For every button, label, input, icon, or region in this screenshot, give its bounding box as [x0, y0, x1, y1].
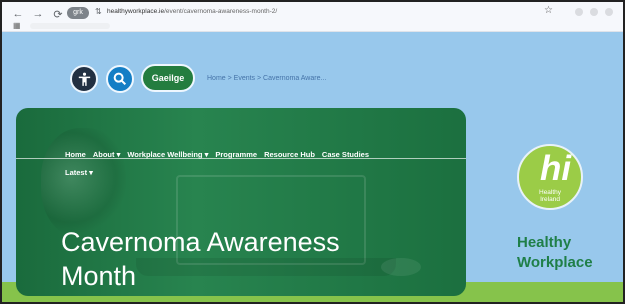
logo-hi-text: hi [540, 149, 572, 188]
accessibility-icon[interactable] [70, 65, 98, 93]
url-domain: healthyworkplace.ie [107, 8, 165, 15]
search-icon [113, 72, 127, 86]
nav-case-studies[interactable]: Case Studies [322, 150, 369, 159]
breadcrumb: Home > Events > Cavernoma Aware... [207, 75, 327, 82]
accessibility-person-icon [78, 72, 90, 86]
browser-toolbar: ← → ⟳ grk ⇅ healthyworkplace.ie/event/ca… [2, 2, 623, 32]
main-navigation: Home About ▾ Workplace Wellbeing ▾ Progr… [65, 150, 369, 159]
logo-caption: Healthy Ireland [539, 189, 562, 203]
nav-workplace-wellbeing[interactable]: Workplace Wellbeing ▾ [127, 150, 208, 159]
back-icon[interactable]: ← [12, 8, 24, 20]
menu-icon[interactable] [605, 8, 613, 16]
page-title: Cavernoma Awareness Month [61, 227, 340, 291]
bookmark-star-icon[interactable]: ☆ [544, 5, 553, 16]
nav-programme[interactable]: Programme [215, 150, 257, 159]
healthy-workplace-title: Healthy Workplace [517, 234, 593, 271]
browser-window: ← → ⟳ grk ⇅ healthyworkplace.ie/event/ca… [0, 0, 625, 304]
url-path: /event/cavernoma-awareness-month-2/ [164, 8, 278, 15]
browser-actions [563, 6, 613, 18]
healthy-ireland-logo[interactable]: hi Healthy Ireland [517, 144, 583, 210]
extension-icon[interactable] [575, 8, 583, 16]
reload-icon[interactable]: ⟳ [52, 8, 64, 21]
bookmarks-bar [30, 23, 110, 29]
gaeilge-button[interactable]: Gaeilge [141, 64, 195, 92]
apps-icon[interactable]: ▦ [13, 21, 21, 30]
nav-resource-hub[interactable]: Resource Hub [264, 150, 315, 159]
profile-icon[interactable] [590, 8, 598, 16]
nav-about[interactable]: About ▾ [93, 150, 121, 159]
forward-icon[interactable]: → [32, 8, 44, 20]
search-button[interactable] [106, 65, 134, 93]
plant-background [41, 128, 126, 238]
browser-nav: ← → ⟳ [12, 7, 64, 21]
nav-latest[interactable]: Latest ▾ [65, 168, 93, 177]
address-bar[interactable]: healthyworkplace.ie/event/cavernoma-awar… [107, 8, 277, 15]
site-settings-icon[interactable]: ⇅ [95, 7, 102, 16]
nav-home[interactable]: Home [65, 150, 86, 159]
profile-pill[interactable]: grk [67, 7, 89, 19]
webpage: Gaeilge Home > Events > Cavernoma Aware.… [2, 32, 623, 302]
